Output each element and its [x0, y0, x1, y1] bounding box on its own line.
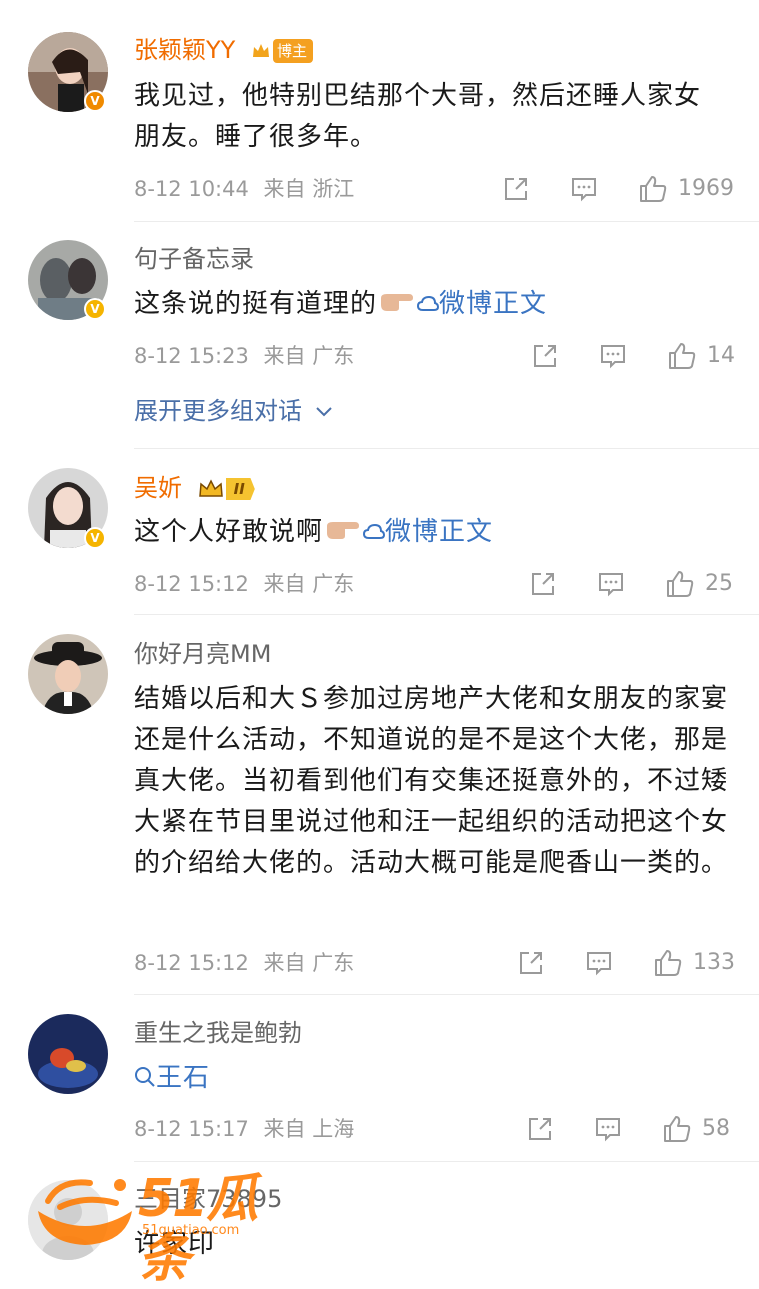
comment-meta: 8-12 15:17 来自 上海	[134, 1115, 362, 1143]
comment-username[interactable]: 句子备忘录	[134, 244, 254, 274]
like-icon[interactable]	[638, 174, 668, 204]
blogger-crown-icon: 博主	[251, 38, 313, 64]
comment-time: 8-12 10:44	[134, 177, 249, 201]
verified-badge-icon: V	[84, 90, 106, 112]
divider	[134, 448, 759, 449]
avatar[interactable]	[28, 1014, 108, 1094]
like-icon[interactable]	[653, 948, 683, 978]
like-count: 1969	[678, 176, 734, 201]
comment-text: 许家印	[134, 1229, 216, 1259]
comment-time: 8-12 15:12	[134, 572, 249, 596]
expand-conversation-link[interactable]: 展开更多组对话	[134, 396, 334, 426]
weibo-post-link[interactable]: 微博正文	[417, 289, 547, 319]
member-crown-icon: II	[198, 476, 255, 502]
forward-icon[interactable]	[531, 342, 559, 370]
comment-meta: 8-12 15:12 来自 广东	[134, 570, 362, 598]
chevron-down-icon	[315, 407, 332, 417]
like-count: 14	[707, 343, 735, 368]
divider	[134, 994, 759, 995]
comment-location: 来自 广东	[263, 951, 355, 975]
comment-time: 8-12 15:23	[134, 344, 249, 368]
comment-text: 这个人好敢说啊 微博正文	[134, 512, 734, 553]
like-icon[interactable]	[662, 1114, 692, 1144]
comment-username[interactable]: 吴妡 II	[134, 473, 255, 503]
pointing-hand-icon	[379, 284, 415, 325]
search-icon	[135, 1067, 155, 1087]
weibo-post-link[interactable]: 微博正文	[363, 517, 493, 547]
comment-actions: 14	[531, 339, 735, 373]
comment-text: 结婚以后和大Ｓ参加过房地产大佬和女朋友的家宴还是什么活动，不知道说的是不是这个大…	[134, 684, 729, 878]
forward-icon[interactable]	[529, 570, 557, 598]
avatar[interactable]	[28, 1180, 108, 1260]
like-icon[interactable]	[665, 569, 695, 599]
comment-text: 我见过，他特别巴结那个大哥，然后还睡人家女朋友。睡了很多年。	[134, 81, 702, 152]
divider	[134, 614, 759, 615]
blogger-tag: 博主	[272, 39, 313, 63]
like-icon[interactable]	[667, 341, 697, 371]
pointing-hand-icon	[325, 512, 361, 553]
comment-location: 来自 上海	[263, 1117, 355, 1141]
weibo-link-icon	[363, 523, 386, 539]
like-count: 58	[702, 1116, 730, 1141]
search-topic-link[interactable]: 王石	[134, 1058, 734, 1099]
comment-location: 来自 广东	[263, 572, 355, 596]
like-count: 25	[705, 571, 733, 596]
like-count: 133	[693, 950, 735, 975]
comment-actions: 25	[529, 567, 733, 601]
comment-location: 来自 浙江	[263, 177, 355, 201]
comment-time: 8-12 15:12	[134, 951, 249, 975]
comment-icon[interactable]	[585, 949, 613, 977]
verified-badge-icon: V	[84, 298, 106, 320]
comment-icon[interactable]	[570, 175, 598, 203]
comment-icon[interactable]	[599, 342, 627, 370]
comment-icon[interactable]	[597, 570, 625, 598]
forward-icon[interactable]	[517, 949, 545, 977]
divider	[134, 1161, 759, 1162]
comment-actions: 133	[517, 946, 735, 980]
comment-location: 来自 广东	[263, 344, 355, 368]
comment-text: 这条说的挺有道理的 微博正文	[134, 284, 734, 325]
comment-meta: 8-12 15:23 来自 广东	[134, 342, 362, 370]
comment-username[interactable]: 三目家73895	[134, 1184, 282, 1214]
comment-username[interactable]: 重生之我是鲍勃	[134, 1018, 302, 1048]
weibo-link-icon	[417, 295, 440, 311]
verified-badge-icon: V	[84, 527, 106, 549]
comment-actions: 58	[526, 1112, 730, 1146]
avatar[interactable]	[28, 634, 108, 714]
comment-meta: 8-12 10:44 来自 浙江	[134, 175, 362, 203]
member-level-tag: II	[225, 478, 255, 500]
divider	[134, 221, 759, 222]
comment-meta: 8-12 15:12 来自 广东	[134, 949, 362, 977]
comment-time: 8-12 15:17	[134, 1117, 249, 1141]
comment-username[interactable]: 张颖颖YY 博主	[134, 35, 313, 65]
forward-icon[interactable]	[526, 1115, 554, 1143]
forward-icon[interactable]	[502, 175, 530, 203]
comment-actions: 1969	[502, 172, 734, 206]
comment-username[interactable]: 你好月亮MM	[134, 639, 271, 669]
comment-icon[interactable]	[594, 1115, 622, 1143]
